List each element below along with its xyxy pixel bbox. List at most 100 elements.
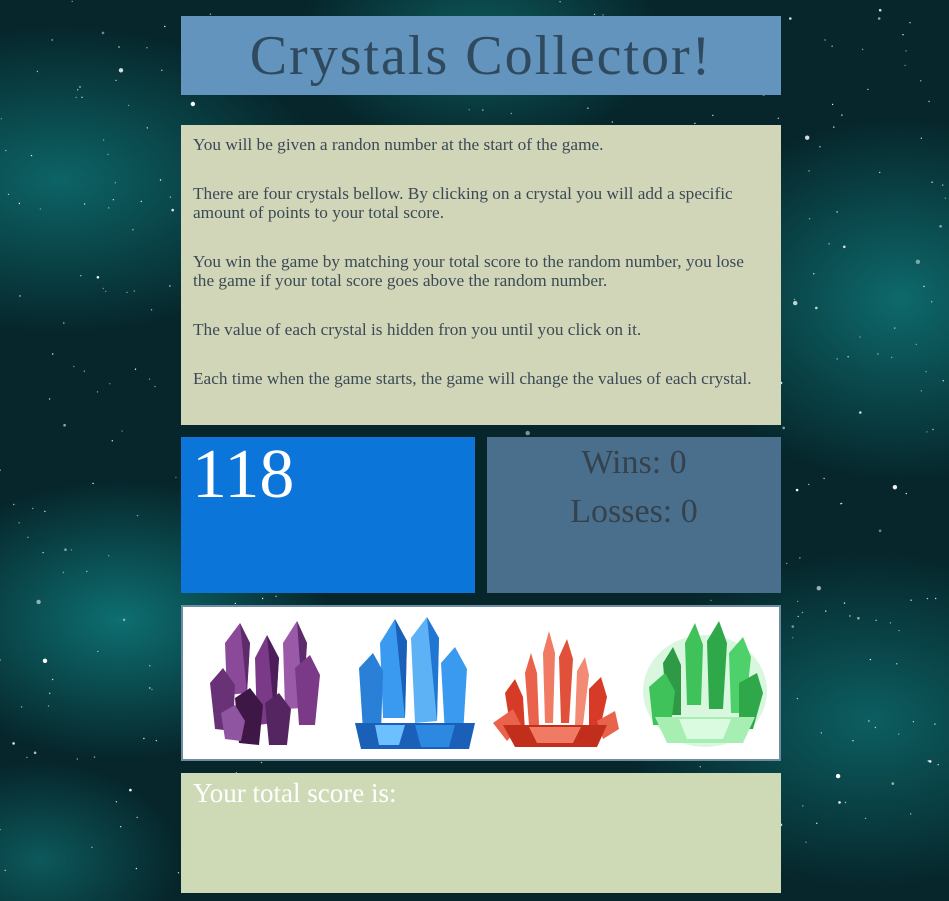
star bbox=[942, 184, 944, 186]
star bbox=[915, 343, 917, 346]
instruction-paragraph: There are four crystals bellow. By click… bbox=[193, 184, 733, 222]
star bbox=[857, 616, 860, 620]
star bbox=[789, 17, 792, 20]
page-title: Crystals Collector! bbox=[249, 24, 713, 87]
star bbox=[132, 229, 134, 231]
star bbox=[819, 146, 821, 148]
losses-counter: Losses: 0 bbox=[570, 493, 698, 530]
star bbox=[164, 25, 166, 28]
star bbox=[923, 285, 925, 288]
star bbox=[877, 17, 881, 20]
star bbox=[261, 597, 264, 600]
star bbox=[112, 199, 115, 201]
star bbox=[63, 423, 66, 427]
star bbox=[928, 760, 932, 763]
star bbox=[114, 182, 117, 184]
star bbox=[18, 522, 20, 524]
star bbox=[859, 411, 862, 414]
star bbox=[0, 469, 1, 471]
star bbox=[710, 599, 712, 602]
star bbox=[151, 688, 153, 691]
star bbox=[13, 503, 15, 506]
star bbox=[525, 430, 530, 436]
star bbox=[143, 737, 145, 740]
star bbox=[828, 243, 830, 245]
star bbox=[101, 31, 105, 35]
star bbox=[42, 658, 48, 663]
star bbox=[808, 218, 811, 220]
star bbox=[796, 697, 799, 700]
star bbox=[30, 154, 33, 157]
star bbox=[831, 45, 833, 47]
star bbox=[877, 353, 879, 355]
star bbox=[81, 96, 83, 99]
star bbox=[559, 1, 561, 3]
star bbox=[843, 602, 846, 604]
star bbox=[902, 34, 904, 36]
star bbox=[209, 13, 212, 15]
star bbox=[909, 22, 911, 24]
star bbox=[920, 390, 922, 392]
red-crystal-icon[interactable] bbox=[485, 613, 625, 753]
star bbox=[792, 637, 794, 639]
crystals-panel bbox=[181, 605, 781, 761]
star bbox=[944, 197, 947, 199]
star bbox=[782, 426, 785, 430]
star bbox=[824, 39, 826, 41]
star bbox=[867, 88, 869, 91]
star bbox=[64, 548, 67, 551]
purple-crystal-icon[interactable] bbox=[195, 613, 335, 753]
star bbox=[150, 309, 153, 311]
star bbox=[841, 114, 843, 116]
green-crystal-icon[interactable] bbox=[635, 613, 775, 753]
star bbox=[62, 571, 65, 574]
star bbox=[797, 615, 799, 618]
star bbox=[115, 79, 117, 82]
star bbox=[159, 179, 162, 181]
star bbox=[32, 507, 34, 510]
star bbox=[33, 751, 37, 755]
star bbox=[93, 756, 96, 758]
star bbox=[92, 482, 94, 485]
star bbox=[694, 122, 696, 125]
star bbox=[831, 103, 834, 106]
star bbox=[841, 502, 843, 505]
instructions-panel: You will be given a randon number at the… bbox=[181, 125, 781, 425]
star bbox=[874, 726, 877, 729]
star bbox=[786, 562, 788, 565]
star bbox=[76, 758, 79, 760]
star bbox=[468, 109, 470, 111]
star bbox=[928, 100, 930, 103]
star bbox=[587, 107, 589, 109]
star bbox=[839, 503, 842, 505]
star bbox=[904, 64, 906, 67]
star bbox=[107, 153, 109, 156]
star bbox=[927, 760, 929, 762]
star bbox=[70, 549, 73, 551]
star bbox=[36, 599, 41, 605]
star bbox=[836, 211, 838, 213]
star bbox=[86, 570, 88, 573]
blue-crystal-icon[interactable] bbox=[345, 613, 485, 753]
star bbox=[73, 365, 75, 368]
instruction-paragraph: You win the game by matching your total … bbox=[193, 252, 744, 290]
star bbox=[136, 514, 139, 517]
instruction-paragraph: Each time when the game starts, the game… bbox=[193, 369, 752, 388]
star bbox=[27, 536, 29, 538]
star bbox=[171, 208, 174, 212]
star bbox=[892, 485, 898, 490]
star bbox=[898, 733, 900, 735]
star bbox=[878, 8, 882, 12]
star bbox=[102, 287, 105, 290]
star bbox=[154, 385, 156, 388]
star bbox=[161, 69, 163, 72]
star bbox=[118, 68, 124, 73]
star bbox=[146, 47, 148, 49]
star bbox=[83, 203, 86, 205]
star bbox=[155, 739, 158, 742]
wins-counter: Wins: 0 bbox=[581, 444, 687, 481]
star bbox=[835, 773, 841, 779]
star bbox=[36, 70, 39, 73]
star bbox=[134, 368, 137, 370]
star bbox=[926, 431, 928, 433]
